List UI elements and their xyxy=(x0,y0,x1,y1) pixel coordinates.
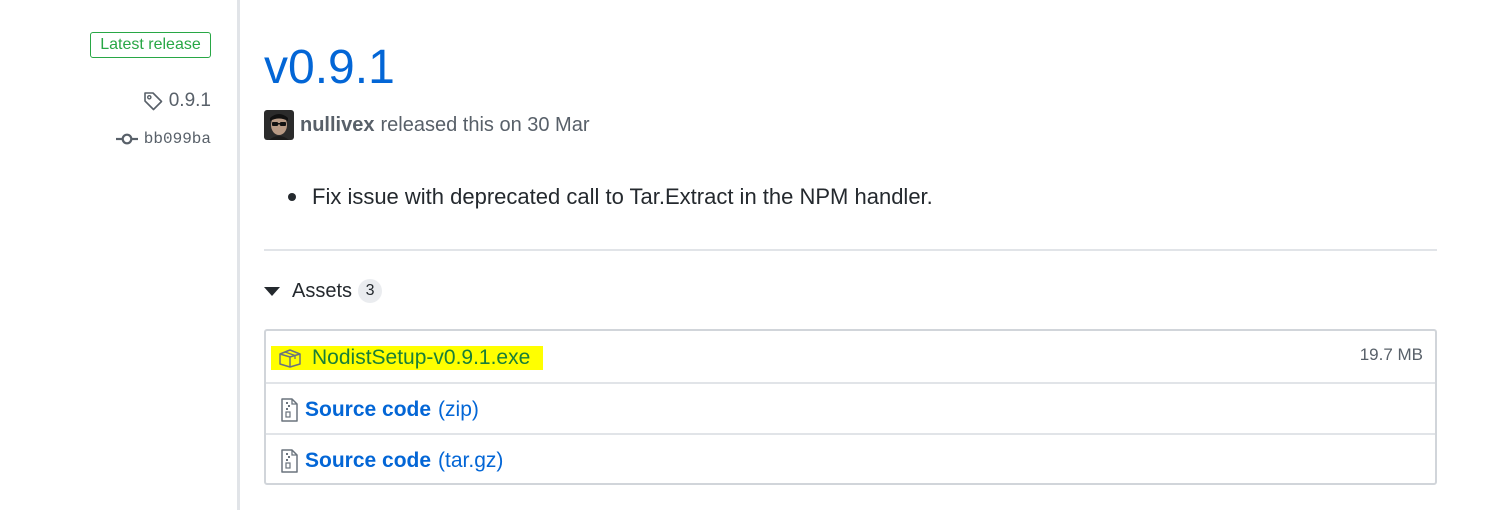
author-link[interactable]: nullivex xyxy=(300,114,374,137)
assets-list: NodistSetup-v0.9.1.exe 19.7 MB Source co… xyxy=(264,329,1437,485)
source-code-label: Source code xyxy=(305,449,432,472)
release-title: v0.9.1 xyxy=(264,41,395,94)
released-text: released this on 30 Mar xyxy=(380,113,590,136)
timeline-divider xyxy=(237,0,240,510)
source-zip-link[interactable]: Source code (zip) xyxy=(280,396,479,424)
release-notes: Fix issue with deprecated call to Tar.Ex… xyxy=(264,180,933,214)
file-zip-icon xyxy=(280,449,298,473)
tag-link[interactable]: 0.9.1 xyxy=(142,89,211,113)
source-targz-link[interactable]: Source code (tar.gz) xyxy=(280,447,503,475)
latest-release-badge: Latest release xyxy=(90,32,211,58)
source-code-label: Source code xyxy=(305,398,432,421)
tag-name: 0.9.1 xyxy=(168,90,211,111)
notes-divider xyxy=(264,249,1437,251)
asset-download-link[interactable]: NodistSetup-v0.9.1.exe xyxy=(278,344,530,372)
source-format: (tar.gz) xyxy=(438,449,504,472)
source-format: (zip) xyxy=(438,398,479,421)
asset-row: NodistSetup-v0.9.1.exe 19.7 MB xyxy=(266,331,1435,382)
tag-icon xyxy=(142,90,164,112)
avatar[interactable] xyxy=(264,110,294,140)
release-byline: nullivex released this on 30 Mar xyxy=(264,110,590,140)
asset-name: NodistSetup-v0.9.1.exe xyxy=(312,346,531,369)
assets-count-badge: 3 xyxy=(358,279,383,303)
commit-icon xyxy=(115,132,138,146)
asset-row: Source code (tar.gz) xyxy=(266,433,1435,483)
release-note-item: Fix issue with deprecated call to Tar.Ex… xyxy=(264,180,933,214)
commit-sha: bb099ba xyxy=(143,130,211,148)
file-zip-icon xyxy=(280,398,298,422)
release-page: Latest release 0.9.1 bb099ba v0.9.1 null… xyxy=(0,0,1489,510)
assets-label: Assets xyxy=(292,279,353,302)
caret-down-icon xyxy=(264,286,280,296)
asset-size: 19.7 MB xyxy=(1359,345,1423,364)
assets-toggle[interactable]: Assets 3 xyxy=(264,276,383,306)
release-meta-column: Latest release 0.9.1 bb099ba xyxy=(0,0,238,510)
commit-link[interactable]: bb099ba xyxy=(115,128,211,150)
package-icon xyxy=(278,348,302,368)
asset-row: Source code (zip) xyxy=(266,382,1435,433)
